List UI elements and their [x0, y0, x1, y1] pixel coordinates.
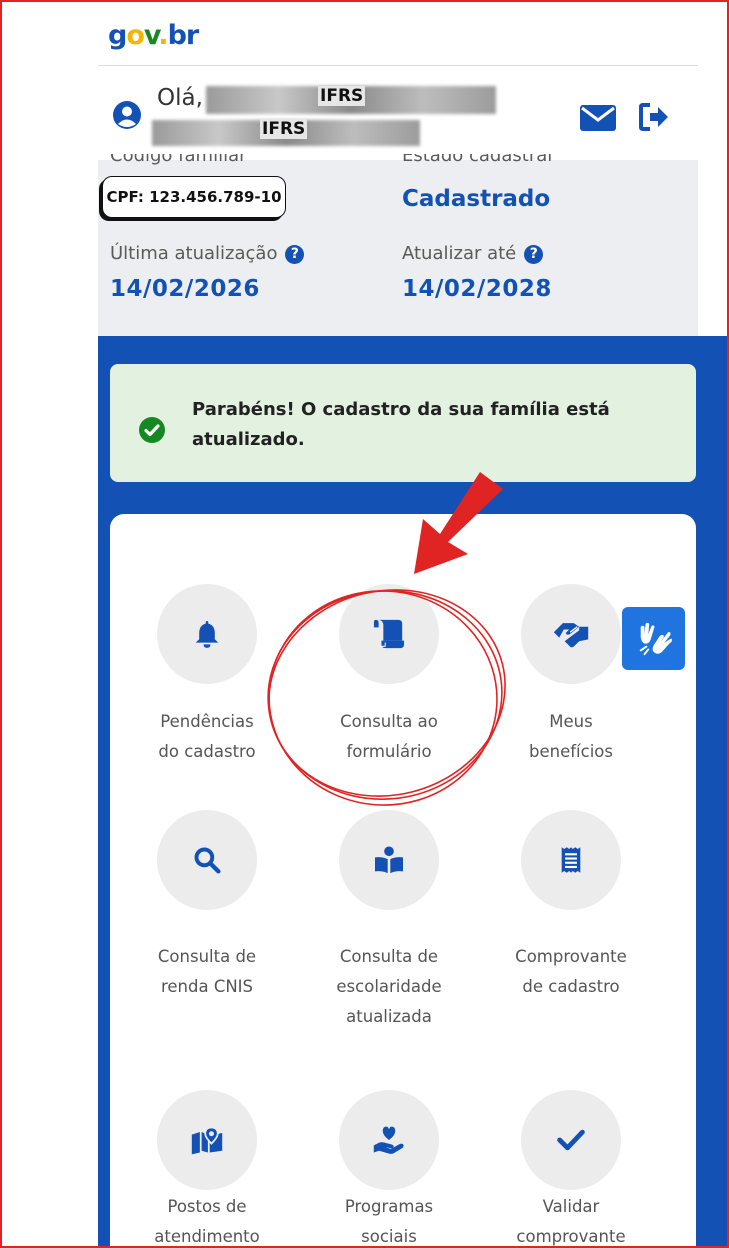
tile-validar-comprovante-label[interactable]: Validar comprovante: [486, 1192, 656, 1246]
atualizar-ate-label: Atualizar até: [402, 243, 517, 264]
tile-consulta-formulario[interactable]: [339, 584, 439, 684]
tile-meus-beneficios[interactable]: [521, 584, 621, 684]
screenshot-frame: gov.br Olá, IFRS IFRS Código familiar CP…: [0, 0, 729, 1248]
tile-pendencias-label[interactable]: Pendências do cadastro: [122, 707, 292, 767]
tile-postos-atendimento[interactable]: [157, 1090, 257, 1190]
success-alert-text: Parabéns! O cadastro da sua família está…: [192, 399, 610, 450]
tile-comprovante-cadastro[interactable]: [521, 810, 621, 910]
tile-consulta-escolaridade[interactable]: [339, 810, 439, 910]
help-icon[interactable]: ?: [285, 244, 305, 264]
book-reader-icon: [375, 846, 403, 874]
check-icon: [557, 1129, 585, 1151]
masked-name-tag-1: IFRS: [318, 86, 366, 106]
govbr-logo[interactable]: gov.br: [108, 20, 199, 51]
check-circle-icon: [139, 417, 165, 443]
tile-validar-comprovante[interactable]: [521, 1090, 621, 1190]
estado-cadastral-label: Estado cadastral: [402, 154, 553, 166]
libras-accessibility-button[interactable]: [622, 607, 685, 670]
tile-consulta-escolaridade-label[interactable]: Consulta de escolaridade atualizada: [304, 942, 474, 1032]
tile-consulta-renda[interactable]: [157, 810, 257, 910]
map-pin-icon: [191, 1126, 223, 1155]
codigo-familiar-label: Código familiar: [110, 154, 247, 166]
logout-icon[interactable]: [638, 101, 670, 133]
tile-pendencias[interactable]: [157, 584, 257, 684]
tile-consulta-formulario-label[interactable]: Consulta ao formulário: [304, 707, 474, 767]
search-icon: [194, 847, 221, 874]
greeting: Olá,: [157, 85, 203, 111]
hand-heart-icon: [373, 1126, 404, 1154]
cpf-overlay-label: CPF: 123.456.789-10: [102, 176, 286, 218]
ultima-atualizacao-value: 14/02/2026: [110, 276, 260, 302]
scroll-icon: [373, 619, 405, 649]
ultima-atualizacao: Última atualização?: [110, 243, 305, 264]
handshake-icon: [553, 623, 589, 648]
sign-language-hands-icon: [639, 622, 672, 655]
atualizar-ate: Atualizar até?: [402, 243, 544, 264]
ultima-atualizacao-label: Última atualização: [110, 243, 278, 264]
tile-postos-atendimento-label[interactable]: Postos de atendimento: [122, 1192, 292, 1246]
user-avatar-icon[interactable]: [112, 100, 142, 130]
masked-name-tag-2: IFRS: [260, 119, 308, 139]
tile-meus-beneficios-label[interactable]: Meus benefícios: [486, 707, 656, 767]
help-icon[interactable]: ?: [524, 244, 544, 264]
tile-comprovante-cadastro-label[interactable]: Comprovante de cadastro: [486, 942, 656, 1002]
tile-programas-sociais-label[interactable]: Programas sociais: [304, 1192, 474, 1246]
tile-programas-sociais[interactable]: [339, 1090, 439, 1190]
estado-cadastral-value: Cadastrado: [402, 186, 551, 212]
atualizar-ate-value: 14/02/2028: [402, 276, 552, 302]
mail-icon[interactable]: [580, 105, 616, 131]
bell-icon: [195, 621, 219, 648]
tile-consulta-renda-label[interactable]: Consulta de renda CNIS: [122, 942, 292, 1002]
receipt-icon: [561, 847, 581, 873]
header-divider: [98, 65, 698, 66]
